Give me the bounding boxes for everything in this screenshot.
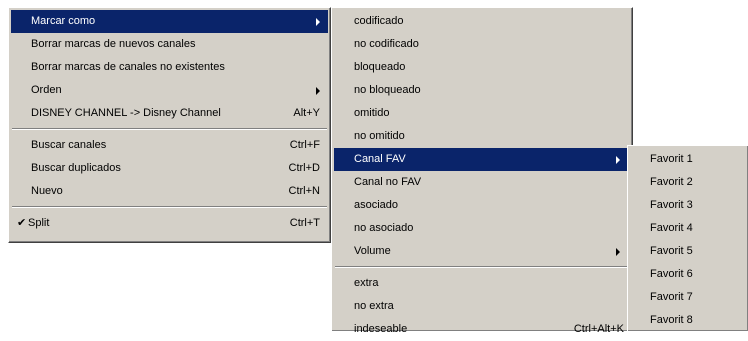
menu-item-label: asociado bbox=[354, 199, 399, 211]
menu-item-label: Favorit 5 bbox=[650, 245, 693, 257]
menu-item-borrar-marcas-nuevos[interactable]: Borrar marcas de nuevos canales bbox=[11, 33, 328, 56]
menu-item-shortcut: Ctrl+T bbox=[289, 217, 320, 229]
main-context-menu: Marcar como Borrar marcas de nuevos cana… bbox=[8, 7, 331, 243]
menu-item-label: Favorit 8 bbox=[650, 314, 693, 326]
menu-item-canal-fav[interactable]: Canal FAV bbox=[334, 148, 630, 171]
menu-item-label: codificado bbox=[354, 15, 404, 27]
menu-item-label: Marcar como bbox=[31, 15, 96, 27]
menu-item-favorit-5[interactable]: Favorit 5 bbox=[630, 240, 746, 263]
menu-item-label: Orden bbox=[31, 84, 62, 96]
menu-item-label: Favorit 1 bbox=[650, 153, 693, 165]
menu-item-omitido[interactable]: omitido bbox=[334, 102, 630, 125]
menu-item-shortcut: Ctrl+F bbox=[289, 139, 320, 151]
menu-item-shortcut: Ctrl+D bbox=[288, 162, 320, 174]
menu-item-label: Split bbox=[28, 217, 50, 229]
menu-item-label: extra bbox=[354, 277, 379, 289]
menu-item-shortcut: Ctrl+N bbox=[288, 185, 320, 197]
menu-item-label: DISNEY CHANNEL -> Disney Channel bbox=[31, 107, 221, 119]
menu-item-volume[interactable]: Volume bbox=[334, 240, 630, 263]
menu-item-label: Borrar marcas de nuevos canales bbox=[31, 38, 196, 50]
menu-item-extra[interactable]: extra bbox=[334, 272, 630, 295]
menu-item-shortcut: Alt+Y bbox=[293, 107, 320, 119]
menu-separator bbox=[11, 125, 328, 134]
submenu-arrow-icon bbox=[316, 18, 320, 26]
menu-item-no-extra[interactable]: no extra bbox=[334, 295, 630, 318]
submenu-arrow-icon bbox=[316, 87, 320, 95]
menu-item-label: bloqueado bbox=[354, 61, 406, 73]
menu-item-orden[interactable]: Orden bbox=[11, 79, 328, 102]
menu-item-label: no bloqueado bbox=[354, 84, 421, 96]
menu-item-asociado[interactable]: asociado bbox=[334, 194, 630, 217]
menu-item-no-asociado[interactable]: no asociado bbox=[334, 217, 630, 240]
menu-item-favorit-1[interactable]: Favorit 1 bbox=[630, 148, 746, 171]
menu-item-no-bloqueado[interactable]: no bloqueado bbox=[334, 79, 630, 102]
submenu-arrow-icon bbox=[616, 156, 620, 164]
menu-item-favorit-2[interactable]: Favorit 2 bbox=[630, 171, 746, 194]
menu-item-buscar-canales[interactable]: Buscar canales Ctrl+F bbox=[11, 134, 328, 157]
menu-item-label: Borrar marcas de canales no existentes bbox=[31, 61, 225, 73]
menu-item-label: no codificado bbox=[354, 38, 419, 50]
menu-item-indeseable[interactable]: indeseable Ctrl+Alt+K bbox=[334, 318, 630, 341]
menu-item-shortcut: Ctrl+Alt+K bbox=[573, 323, 624, 335]
menu-item-split[interactable]: ✔ Split Ctrl+T bbox=[11, 212, 328, 235]
menu-item-nuevo[interactable]: Nuevo Ctrl+N bbox=[11, 180, 328, 203]
menu-item-label: no extra bbox=[354, 300, 394, 312]
menu-item-codificado[interactable]: codificado bbox=[334, 10, 630, 33]
marcar-como-submenu: codificado no codificado bloqueado no bl… bbox=[331, 7, 633, 335]
menu-item-label: Buscar duplicados bbox=[31, 162, 121, 174]
menu-item-label: Canal no FAV bbox=[354, 176, 422, 188]
menu-item-label: Buscar canales bbox=[31, 139, 107, 151]
menu-item-marcar-como[interactable]: Marcar como bbox=[11, 10, 328, 33]
menu-item-label: indeseable bbox=[354, 323, 408, 335]
menu-item-label: omitido bbox=[354, 107, 390, 119]
canal-fav-submenu: Favorit 1 Favorit 2 Favorit 3 Favorit 4 … bbox=[627, 145, 748, 331]
menu-item-favorit-3[interactable]: Favorit 3 bbox=[630, 194, 746, 217]
menu-item-label: no omitido bbox=[354, 130, 405, 142]
menu-item-label: Favorit 7 bbox=[650, 291, 693, 303]
menu-item-bloqueado[interactable]: bloqueado bbox=[334, 56, 630, 79]
menu-item-favorit-4[interactable]: Favorit 4 bbox=[630, 217, 746, 240]
menu-item-label: Volume bbox=[354, 245, 391, 257]
menu-item-buscar-duplicados[interactable]: Buscar duplicados Ctrl+D bbox=[11, 157, 328, 180]
checkmark-icon: ✔ bbox=[17, 217, 27, 229]
menu-separator bbox=[334, 263, 630, 272]
menu-separator bbox=[11, 203, 328, 212]
submenu-arrow-icon bbox=[616, 248, 620, 256]
menu-item-label: Favorit 3 bbox=[650, 199, 693, 211]
menu-item-borrar-marcas-no-existentes[interactable]: Borrar marcas de canales no existentes bbox=[11, 56, 328, 79]
menu-item-label: no asociado bbox=[354, 222, 414, 234]
menu-item-label: Favorit 4 bbox=[650, 222, 693, 234]
menu-item-favorit-7[interactable]: Favorit 7 bbox=[630, 286, 746, 309]
menu-item-label: Favorit 2 bbox=[650, 176, 693, 188]
menu-item-no-omitido[interactable]: no omitido bbox=[334, 125, 630, 148]
menu-item-favorit-6[interactable]: Favorit 6 bbox=[630, 263, 746, 286]
menu-item-label: Canal FAV bbox=[354, 153, 406, 165]
menu-item-label: Favorit 6 bbox=[650, 268, 693, 280]
menu-item-canal-no-fav[interactable]: Canal no FAV bbox=[334, 171, 630, 194]
menu-item-disney-rename[interactable]: DISNEY CHANNEL -> Disney Channel Alt+Y bbox=[11, 102, 328, 125]
menu-item-label: Nuevo bbox=[31, 185, 63, 197]
menu-item-favorit-8[interactable]: Favorit 8 bbox=[630, 309, 746, 332]
menu-item-no-codificado[interactable]: no codificado bbox=[334, 33, 630, 56]
